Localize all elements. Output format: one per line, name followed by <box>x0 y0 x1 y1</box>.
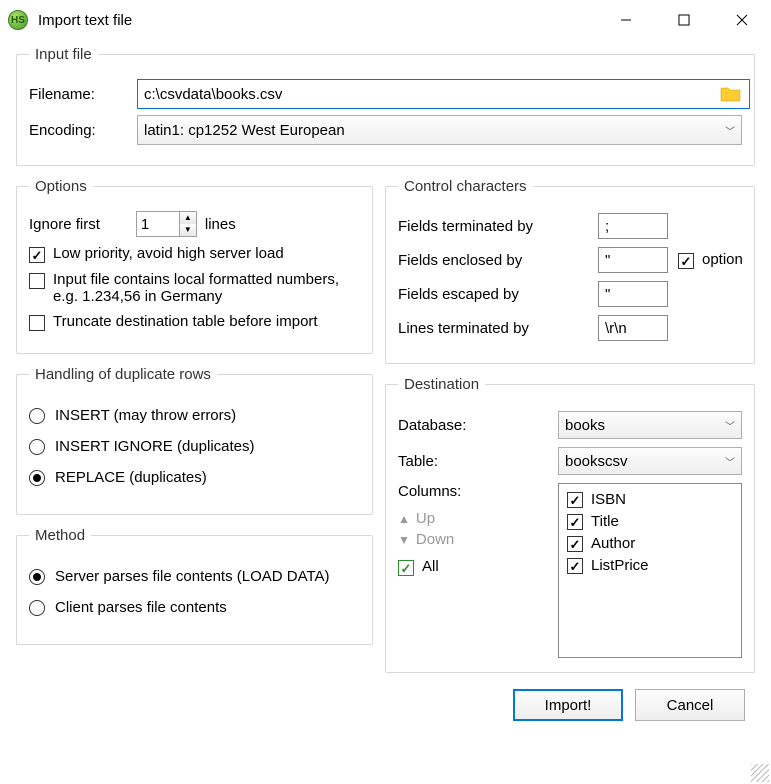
app-icon: HS <box>8 10 28 30</box>
duplicate-handling-group: Handling of duplicate rows INSERT (may t… <box>16 366 373 515</box>
column-name: Author <box>591 535 635 552</box>
browse-folder-icon[interactable] <box>720 85 742 103</box>
column-item[interactable]: ISBN <box>567 488 733 510</box>
column-item[interactable]: Author <box>567 532 733 554</box>
table-label: Table: <box>398 453 558 470</box>
filename-input[interactable] <box>137 79 750 109</box>
triangle-up-icon: ▲ <box>398 512 410 526</box>
dest-legend: Destination <box>398 376 485 393</box>
dup-legend: Handling of duplicate rows <box>29 366 217 383</box>
options-legend: Options <box>29 178 93 195</box>
lines-terminated-input[interactable] <box>598 315 668 341</box>
truncate-label: Truncate destination table before import <box>53 313 318 330</box>
minimize-button[interactable] <box>597 0 655 40</box>
column-checkbox[interactable] <box>567 536 583 552</box>
chevron-down-icon: ﹀ <box>725 454 735 469</box>
ignore-first-spinner[interactable]: ▲▼ <box>136 211 197 237</box>
input-file-group: Input file Filename: Encoding: latin1: c… <box>16 46 755 166</box>
local-numbers-label: Input file contains local formatted numb… <box>53 271 360 305</box>
database-label: Database: <box>398 417 558 434</box>
cancel-button[interactable]: Cancel <box>635 689 745 721</box>
column-name: ListPrice <box>591 557 649 574</box>
low-priority-checkbox[interactable] <box>29 247 45 263</box>
method-legend: Method <box>29 527 91 544</box>
fields-terminated-input[interactable] <box>598 213 668 239</box>
optionally-label: optionally <box>702 251 742 268</box>
maximize-button[interactable] <box>655 0 713 40</box>
insert-ignore-radio[interactable] <box>29 439 45 455</box>
ignore-lines-label: lines <box>205 216 236 233</box>
ignore-first-input[interactable] <box>136 211 180 237</box>
move-up-button[interactable]: ▲Up <box>398 510 548 527</box>
chevron-down-icon: ﹀ <box>725 418 735 433</box>
encoding-select[interactable]: latin1: cp1252 West European ﹀ <box>137 115 742 145</box>
low-priority-label: Low priority, avoid high server load <box>53 245 284 262</box>
input-file-legend: Input file <box>29 46 98 63</box>
encoding-label: Encoding: <box>29 122 129 139</box>
column-name: Title <box>591 513 619 530</box>
filename-label: Filename: <box>29 86 129 103</box>
spin-down-icon[interactable]: ▼ <box>180 224 196 236</box>
database-select[interactable]: books﹀ <box>558 411 742 439</box>
control-legend: Control characters <box>398 178 533 195</box>
columns-list[interactable]: ISBN Title Author ListPrice <box>558 483 742 658</box>
column-checkbox[interactable] <box>567 492 583 508</box>
fields-enclosed-label: Fields enclosed by <box>398 252 598 269</box>
all-columns-label: All <box>422 558 439 575</box>
resize-grip-icon[interactable] <box>751 764 769 782</box>
fields-terminated-label: Fields terminated by <box>398 218 598 235</box>
client-parse-radio[interactable] <box>29 600 45 616</box>
triangle-down-icon: ▼ <box>398 533 410 547</box>
window-title: Import text file <box>38 12 597 29</box>
fields-escaped-input[interactable] <box>598 281 668 307</box>
column-checkbox[interactable] <box>567 514 583 530</box>
destination-group: Destination Database: books﹀ Table: book… <box>385 376 755 673</box>
columns-label: Columns: <box>398 483 548 500</box>
method-group: Method Server parses file contents (LOAD… <box>16 527 373 645</box>
local-numbers-checkbox[interactable] <box>29 273 45 289</box>
spin-up-icon[interactable]: ▲ <box>180 212 196 224</box>
all-columns-checkbox[interactable] <box>398 560 414 576</box>
lines-terminated-label: Lines terminated by <box>398 320 598 337</box>
column-item[interactable]: ListPrice <box>567 554 733 576</box>
column-item[interactable]: Title <box>567 510 733 532</box>
control-chars-group: Control characters Fields terminated by … <box>385 178 755 364</box>
column-checkbox[interactable] <box>567 558 583 574</box>
options-group: Options Ignore first ▲▼ lines Low priori… <box>16 178 373 354</box>
truncate-checkbox[interactable] <box>29 315 45 331</box>
move-down-button[interactable]: ▼Down <box>398 531 548 548</box>
insert-radio[interactable] <box>29 408 45 424</box>
optionally-checkbox[interactable] <box>678 253 694 269</box>
import-button[interactable]: Import! <box>513 689 623 721</box>
table-select[interactable]: bookscsv﹀ <box>558 447 742 475</box>
server-parse-radio[interactable] <box>29 569 45 585</box>
close-button[interactable] <box>713 0 771 40</box>
titlebar: HS Import text file <box>0 0 771 40</box>
fields-enclosed-input[interactable] <box>598 247 668 273</box>
replace-radio[interactable] <box>29 470 45 486</box>
ignore-first-label: Ignore first <box>29 216 100 233</box>
chevron-down-icon: ﹀ <box>725 123 735 138</box>
column-name: ISBN <box>591 491 626 508</box>
fields-escaped-label: Fields escaped by <box>398 286 598 303</box>
